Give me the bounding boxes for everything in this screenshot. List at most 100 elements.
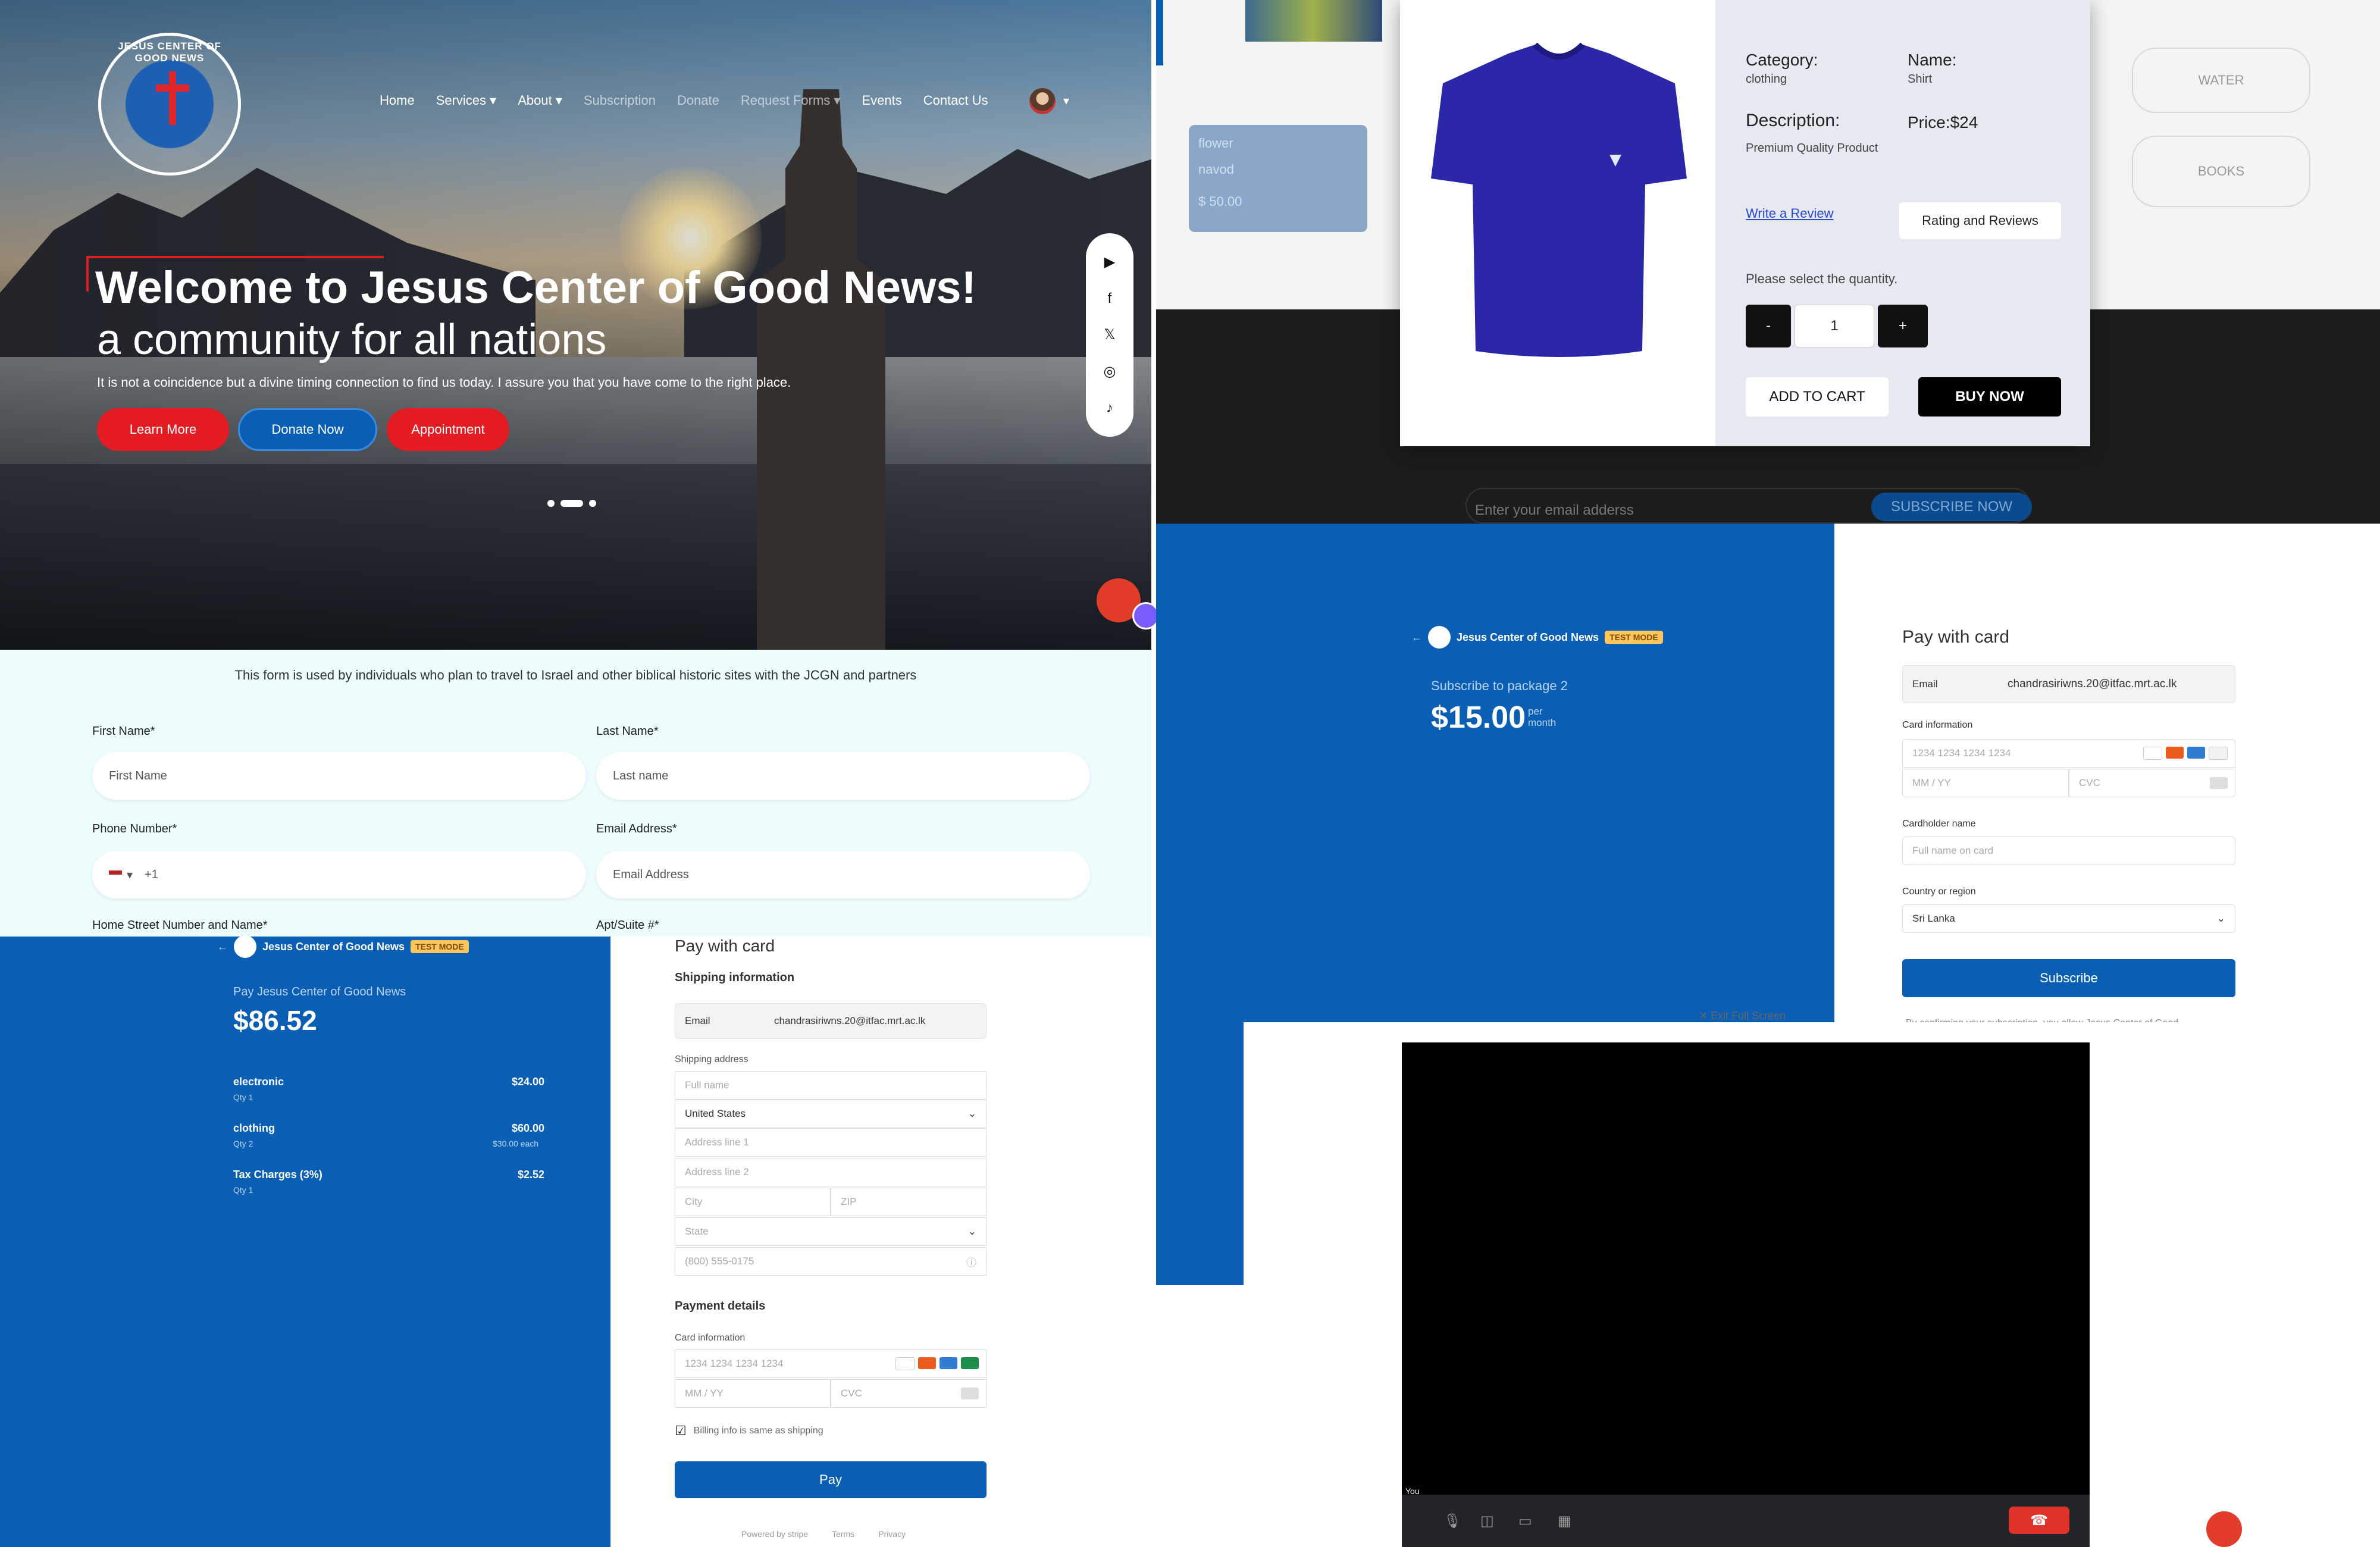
card-brands <box>895 1357 979 1370</box>
category-label: Category: <box>1746 51 1818 69</box>
carousel-dot[interactable] <box>547 500 555 507</box>
end-call-button[interactable]: ☎ <box>2009 1507 2069 1534</box>
chevron-down-icon: ⌄ <box>967 1108 976 1119</box>
address-line-2-field[interactable]: Address line 2 <box>675 1158 987 1186</box>
billing-same-checkbox-row[interactable]: ☑ Billing info is same as shipping <box>675 1423 823 1439</box>
mastercard-icon <box>918 1357 936 1369</box>
quantity-increase-button[interactable]: + <box>1878 305 1928 347</box>
learn-more-button[interactable]: Learn More <box>97 408 229 451</box>
subscribe-button[interactable]: Subscribe <box>1902 959 2235 997</box>
email-field[interactable]: Email chandrasiriwns.20@itfac.mrt.ac.lk <box>675 1003 987 1039</box>
nav-home[interactable]: Home <box>380 93 415 108</box>
card-number-field[interactable]: 1234 1234 1234 1234 <box>675 1349 987 1378</box>
buy-now-button[interactable]: BUY NOW <box>1918 377 2061 416</box>
nav-services[interactable]: Services ▾ <box>436 93 497 108</box>
card-brands <box>2143 747 2228 760</box>
state-select[interactable]: State ⌄ <box>675 1217 987 1246</box>
site-logo[interactable]: JESUS CENTER OF GOOD NEWS <box>98 33 241 176</box>
add-to-cart-button[interactable]: ADD TO CART <box>1746 377 1889 416</box>
address-line-1-field[interactable]: Address line 1 <box>675 1128 987 1157</box>
email-input[interactable]: Email Address <box>596 851 1090 898</box>
nav-subscription[interactable]: Subscription <box>584 93 656 108</box>
expiry-field[interactable]: MM / YY <box>1902 769 2069 797</box>
checkout-footer: Powered by stripe Terms Privacy <box>741 1529 906 1539</box>
category-pill-water[interactable]: WATER <box>2132 48 2310 113</box>
country-select[interactable]: Sri Lanka ⌄ <box>1902 904 2235 933</box>
privacy-link[interactable]: Privacy <box>878 1529 906 1539</box>
nav-contact[interactable]: Contact Us <box>923 93 988 108</box>
city-field[interactable]: City <box>675 1188 831 1216</box>
quantity-input[interactable]: 1 <box>1795 305 1874 347</box>
chevron-down-icon[interactable]: ▾ <box>1063 93 1069 108</box>
state-placeholder: State <box>685 1226 709 1237</box>
instagram-icon[interactable]: ◎ <box>1104 363 1116 380</box>
item-price: $24.00 <box>512 1076 545 1088</box>
pay-with-card-title: Pay with card <box>1902 627 2010 647</box>
product-card[interactable]: flower navod $ 50.00 <box>1189 125 1367 232</box>
email-field[interactable]: Email chandrasiriwns.20@itfac.mrt.ac.lk <box>1902 665 2235 703</box>
carousel-dot-active[interactable] <box>560 500 583 507</box>
card-number-field[interactable]: 1234 1234 1234 1234 <box>1902 739 2235 768</box>
x-icon[interactable]: 𝕏 <box>1104 326 1115 343</box>
cvc-field[interactable]: CVC <box>2069 769 2235 797</box>
card-number-placeholder: 1234 1234 1234 1234 <box>685 1358 784 1369</box>
youtube-icon[interactable]: ▶ <box>1104 253 1115 271</box>
quantity-decrease-button[interactable]: - <box>1746 305 1791 347</box>
amex-icon <box>2187 747 2205 759</box>
category-pill-books[interactable]: BOOKS <box>2132 136 2310 207</box>
cvc-field[interactable]: CVC <box>831 1379 987 1408</box>
facebook-icon[interactable]: f <box>1108 290 1112 307</box>
country-label: Country or region <box>1902 887 1976 897</box>
expiry-field[interactable]: MM / YY <box>675 1379 831 1408</box>
subscribe-now-button[interactable]: SUBSCRIBE NOW <box>1871 493 2032 521</box>
zip-field[interactable]: ZIP <box>831 1188 987 1216</box>
nav-events[interactable]: Events <box>862 93 901 108</box>
terms-link[interactable]: Terms <box>832 1529 854 1539</box>
carousel-dot[interactable] <box>589 500 596 507</box>
write-review-link[interactable]: Write a Review <box>1746 206 1834 221</box>
test-mode-badge: TEST MODE <box>1605 631 1663 644</box>
donate-now-button[interactable]: Donate Now <box>238 408 377 451</box>
first-name-input[interactable]: First Name <box>92 752 586 800</box>
appointment-button[interactable]: Appointment <box>387 408 509 451</box>
exit-fullscreen-link[interactable]: ✕ Exit Full Screen <box>1699 1012 1786 1022</box>
powered-by-stripe[interactable]: Powered by stripe <box>741 1529 808 1539</box>
visa-icon <box>895 1357 915 1370</box>
rating-reviews-button[interactable]: Rating and Reviews <box>1899 202 2061 239</box>
chevron-down-icon: ⌄ <box>967 1226 976 1237</box>
user-avatar[interactable] <box>1029 88 1056 114</box>
nav-request-forms[interactable]: Request Forms ▾ <box>741 93 841 108</box>
cvc-card-icon <box>2210 777 2228 789</box>
tiktok-icon[interactable]: ♪ <box>1106 400 1113 416</box>
checkbox-checked-icon[interactable]: ☑ <box>675 1423 687 1439</box>
camera-icon[interactable]: ◫ <box>1480 1512 1494 1530</box>
phone-field[interactable]: (800) 555-0175 ⓘ <box>675 1247 987 1276</box>
product-card-name: flower <box>1198 136 1233 151</box>
newsletter-input[interactable]: Enter your email adderss SUBSCRIBE NOW <box>1465 488 2032 524</box>
nav-donate[interactable]: Donate <box>677 93 719 108</box>
price-period: per month <box>1528 706 1556 728</box>
chat-icon[interactable]: ▭ <box>1518 1512 1532 1530</box>
price-month: month <box>1528 717 1557 728</box>
cvc-placeholder: CVC <box>841 1388 862 1399</box>
full-name-field[interactable]: Full name <box>675 1071 987 1100</box>
last-name-input[interactable]: Last name <box>596 752 1090 800</box>
email-label: Email <box>685 1015 710 1026</box>
newsletter-placeholder: Enter your email adderss <box>1475 502 1634 518</box>
checkout-header: ← Jesus Center of Good News TEST MODE <box>217 935 469 958</box>
nav-about[interactable]: About ▾ <box>518 93 562 108</box>
social-bar: ▶ f 𝕏 ◎ ♪ <box>1086 233 1133 437</box>
country-select[interactable]: United States ⌄ <box>675 1100 987 1128</box>
back-arrow-icon[interactable]: ← <box>217 941 228 953</box>
phone-input[interactable]: ▾ +1 <box>92 851 586 898</box>
item-name: Tax Charges (3%) <box>233 1169 322 1180</box>
back-arrow-icon[interactable]: ← <box>1411 631 1422 644</box>
country-caret[interactable]: ▾ <box>127 868 133 882</box>
cardholder-field[interactable]: Full name on card <box>1902 837 2235 865</box>
grid-icon[interactable]: ▦ <box>1558 1512 1571 1530</box>
microphone-icon[interactable]: 🎙 <box>1443 1512 1461 1530</box>
chat-widget-icon[interactable] <box>1097 578 1160 630</box>
chat-widget-icon[interactable] <box>2206 1511 2242 1547</box>
call-controls-bar: 🎙 ◫ ▭ ▦ ☎ <box>1402 1495 2090 1547</box>
pay-button[interactable]: Pay <box>675 1461 987 1498</box>
